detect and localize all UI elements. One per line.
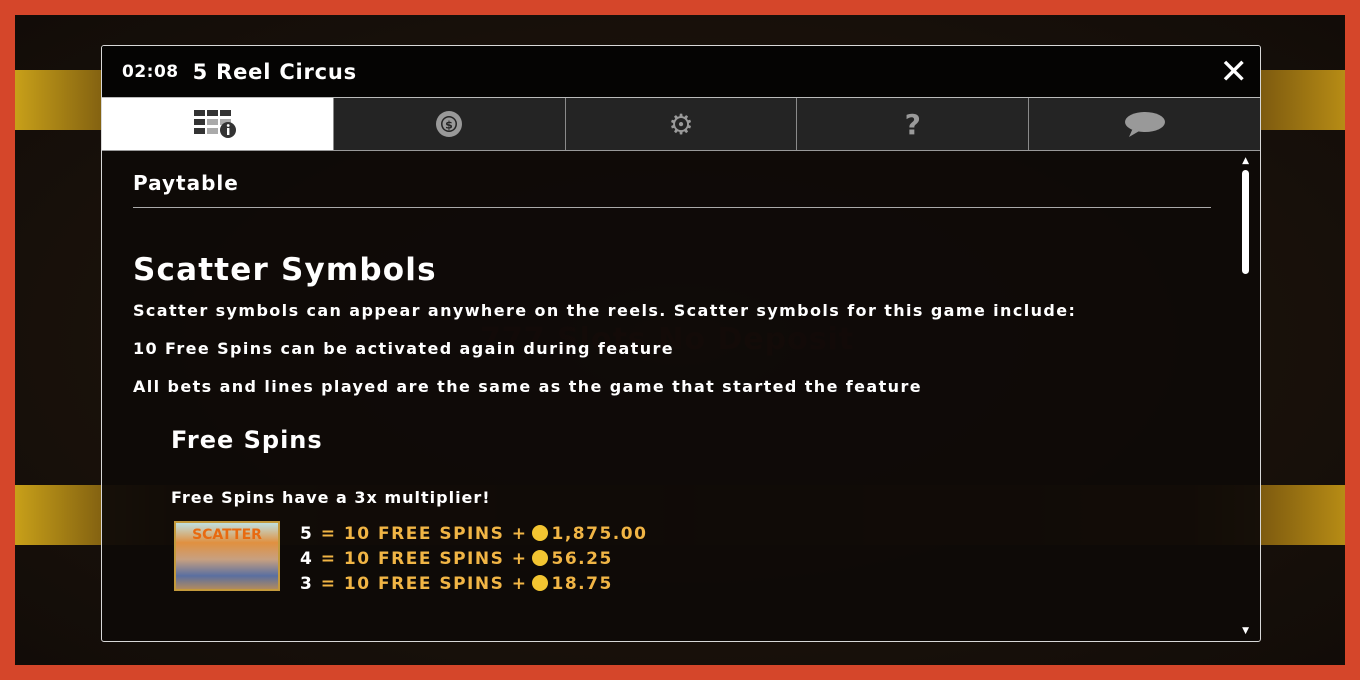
tab-bets[interactable]: $ [333,98,566,150]
multiplier-note: Free Spins have a 3x multiplier! [171,488,491,507]
scroll-down-arrow[interactable]: ▼ [1242,626,1249,636]
coin-icon [531,525,548,541]
payout-row: 5 = 10 FREE SPINS +1,875.00 [300,524,648,544]
free-spins-heading: Free Spins [171,426,323,454]
tab-paytable[interactable] [102,98,334,150]
tab-bar: $ ⚙ ? [102,98,1260,151]
paytable-dialog: 02:08 5 Reel Circus ✕ $ ⚙ ? Paytable Sca… [101,45,1261,642]
coin-icon [531,575,548,591]
scrollbar-thumb[interactable] [1242,170,1249,274]
gear-icon: ⚙ [668,107,694,141]
close-icon[interactable]: ✕ [1220,52,1249,92]
symbol-label: SCATTER [192,527,262,543]
rule-text: All bets and lines played are the same a… [133,377,922,396]
coin-icon [531,550,548,566]
scatter-symbol-image: SCATTER [174,521,280,591]
dialog-header: 02:08 5 Reel Circus ✕ [102,46,1260,98]
scatter-payouts: SCATTER 5 = 10 FREE SPINS +1,875.00 4 = … [174,521,1210,597]
paytable-icon [194,110,237,138]
svg-text:$: $ [445,119,453,132]
game-title: 5 Reel Circus [192,59,357,84]
scatter-heading: Scatter Symbols [133,252,437,288]
section-title: Paytable [133,153,1211,208]
chat-icon [1124,112,1165,137]
tab-chat[interactable] [1029,98,1260,150]
rule-text: Scatter symbols can appear anywhere on t… [133,301,1077,320]
chip-icon: $ [436,111,463,137]
tab-settings[interactable]: ⚙ [565,98,798,150]
scroll-up-arrow[interactable]: ▲ [1242,156,1249,166]
help-icon: ? [904,107,921,141]
paytable-content: Paytable Scatter Symbols Scatter symbols… [133,153,1211,597]
rule-text: 10 Free Spins can be activated again dur… [133,339,675,358]
payout-row: 3 = 10 FREE SPINS +18.75 [300,574,613,594]
tab-help[interactable]: ? [797,98,1030,150]
clock: 02:08 [122,61,179,82]
payout-row: 4 = 10 FREE SPINS +56.25 [300,549,613,569]
